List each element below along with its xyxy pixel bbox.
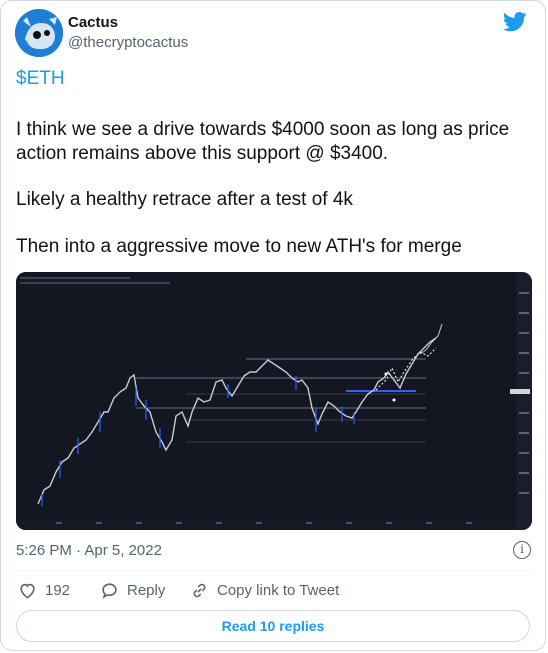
like-count: 192 bbox=[45, 582, 71, 599]
divider bbox=[16, 570, 530, 571]
copy-link-label: Copy link to Tweet bbox=[217, 582, 340, 599]
tweet-timestamp[interactable]: 5:26 PM · Apr 5, 2022 bbox=[16, 542, 162, 559]
chart-image[interactable] bbox=[16, 272, 532, 530]
link-icon bbox=[193, 583, 206, 598]
reply-button[interactable]: Reply bbox=[100, 581, 165, 600]
price-chart-graphic bbox=[16, 272, 532, 530]
copy-link-button[interactable]: Copy link to Tweet bbox=[190, 581, 339, 600]
twitter-bird-icon[interactable] bbox=[503, 11, 527, 33]
tweet-line: action remains above this support @ $340… bbox=[16, 143, 389, 164]
author-handle[interactable]: @thecryptocactus bbox=[68, 34, 188, 51]
reply-label: Reply bbox=[127, 582, 166, 599]
cashtag-link[interactable]: $ETH bbox=[16, 67, 65, 91]
heart-icon bbox=[20, 583, 35, 599]
info-icon[interactable]: i bbox=[513, 541, 531, 559]
tweet-paragraph: I think we see a drive towards $4000 soo… bbox=[16, 118, 509, 166]
tweet-paragraph: Likely a healthy retrace after a test of… bbox=[16, 189, 353, 210]
like-button[interactable]: 192 bbox=[18, 581, 70, 600]
tweet-actions: 192 Reply Copy link to Tweet bbox=[16, 581, 530, 603]
read-replies-button[interactable]: Read 10 replies bbox=[16, 610, 530, 642]
tweet-card: Cactus @thecryptocactus $ETH I think we … bbox=[0, 0, 546, 651]
author-name[interactable]: Cactus bbox=[68, 14, 118, 31]
tweet-paragraph: Then into a aggressive move to new ATH's… bbox=[16, 236, 462, 257]
avatar[interactable] bbox=[15, 9, 63, 57]
reply-bubble-icon bbox=[102, 583, 117, 599]
tweet-line: I think we see a drive towards $4000 soo… bbox=[16, 119, 510, 140]
tweet-header: Cactus @thecryptocactus bbox=[15, 9, 531, 57]
